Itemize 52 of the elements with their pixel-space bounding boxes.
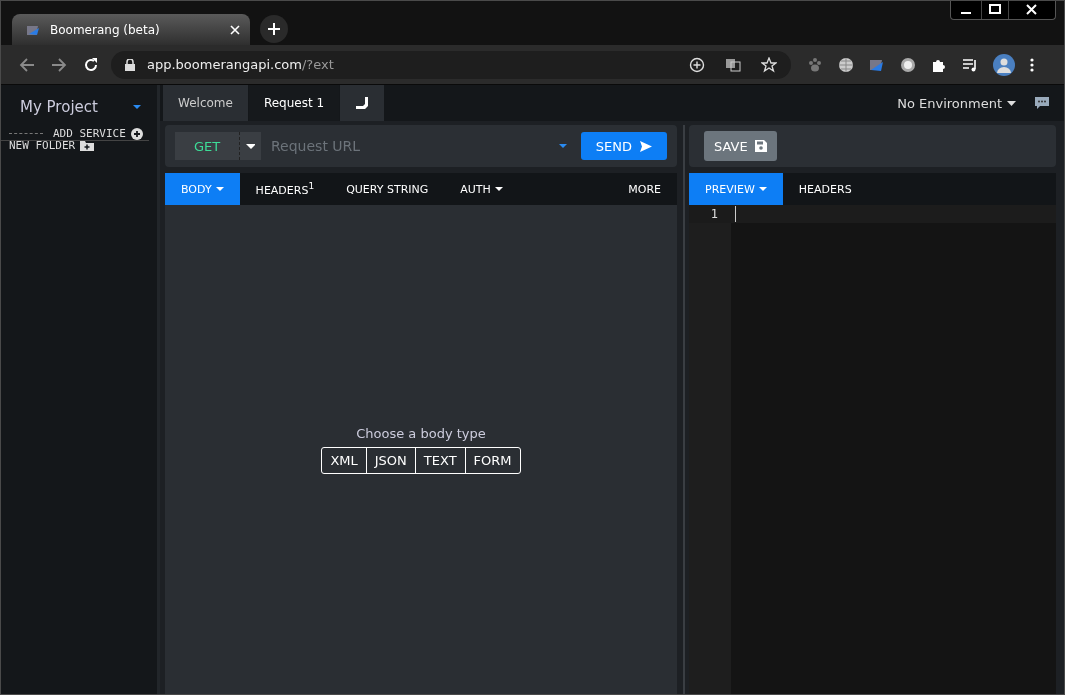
translate-icon[interactable] [725,56,741,73]
tab[interactable]: HEADERS [782,173,868,205]
url-text: app.boomerangapi.com/?ext [147,57,334,72]
tab[interactable]: HEADERS$^{1}$ [239,173,331,205]
save-icon [754,140,767,152]
globe-icon[interactable] [838,56,854,73]
page-icon [26,23,40,36]
body-type-button[interactable]: XML [322,447,366,473]
send-icon [640,140,652,152]
caret-icon[interactable] [558,143,569,149]
method-button[interactable]: GET [175,132,239,160]
project-name[interactable]: My Project [20,98,98,116]
back-icon[interactable] [19,56,35,73]
body-type-prompt: Choose a body type [356,425,486,441]
add-service-button[interactable]: ADD SERVICE [53,127,143,140]
send-button[interactable]: SEND [580,132,667,160]
star-icon[interactable] [761,56,777,73]
text-cursor [735,206,736,222]
environment-dropdown[interactable]: No Environment [897,85,1034,121]
save-button[interactable]: SAVE [704,131,777,161]
caret-icon[interactable] [133,104,143,110]
playlist-icon[interactable] [962,56,978,73]
plus-icon [267,22,281,36]
url-field[interactable]: Request URL [261,138,559,154]
boomerang-icon [355,96,370,110]
code-editor[interactable]: 1 [689,205,1056,694]
avatar-icon[interactable] [993,53,1015,76]
chat-icon[interactable] [1034,96,1050,110]
tab[interactable]: AUTH [444,173,519,205]
caret-icon [1007,100,1016,106]
body-type-button[interactable]: TEXT [414,447,465,473]
tab[interactable]: BODY [165,173,240,205]
folder-plus-icon [80,140,95,151]
request-tab[interactable]: Welcome [163,85,249,121]
caret-icon [246,143,255,149]
lock-icon [125,58,135,71]
body-type-button[interactable]: JSON [365,447,415,473]
browser-tab[interactable]: Boomerang (beta) [12,14,250,45]
reload-icon[interactable] [83,56,99,73]
method-dropdown-button[interactable] [239,132,261,160]
address-bar[interactable]: app.boomerangapi.com/?ext [111,50,791,79]
add-circle-icon[interactable] [689,56,705,73]
forward-icon[interactable] [51,56,67,73]
paw-icon[interactable] [807,56,823,73]
tab[interactable]: PREVIEW [689,173,783,205]
body-type-button[interactable]: FORM [464,447,520,473]
more-icon[interactable] [1030,57,1034,72]
new-folder-button[interactable]: NEW FOLDER [9,139,95,152]
circle-icon[interactable] [900,56,916,73]
tab[interactable]: QUERY STRING [330,173,445,205]
add-circle-icon [130,127,143,140]
tab[interactable]: MORE [612,173,677,205]
